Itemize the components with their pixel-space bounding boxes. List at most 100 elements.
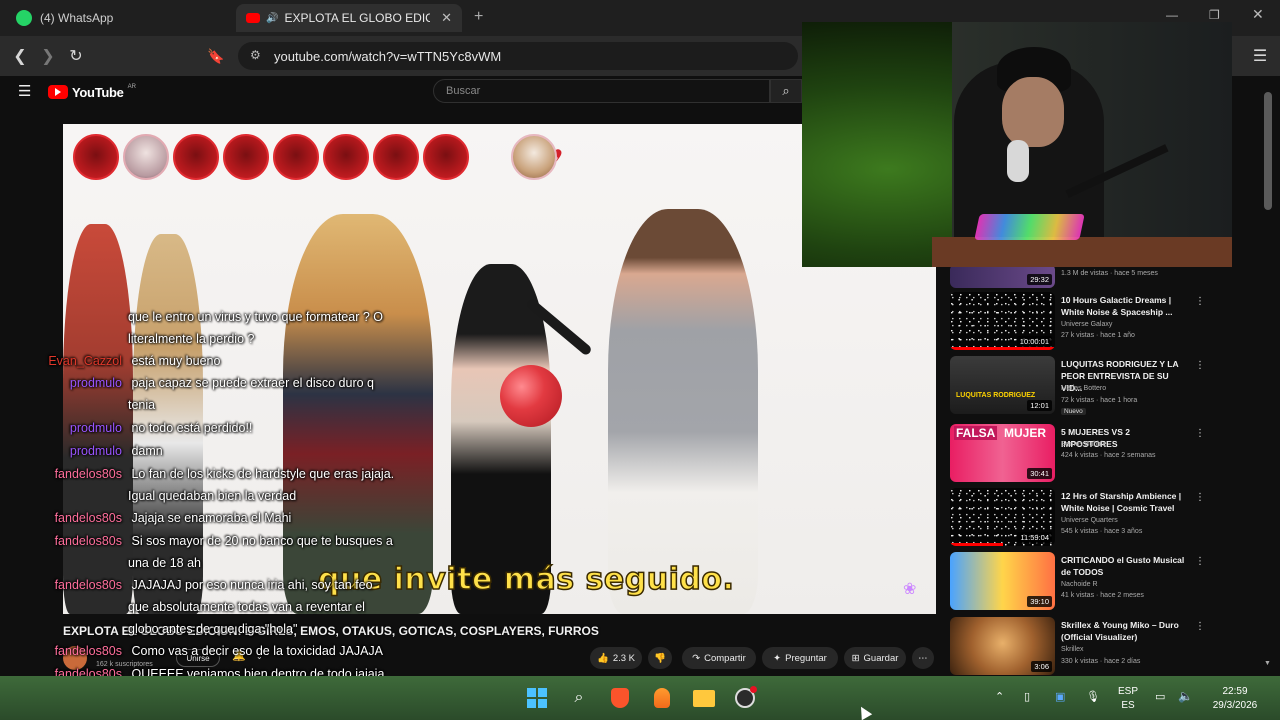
contestant-avatar bbox=[173, 134, 219, 180]
recommendation-item[interactable]: 11:59:04 12 Hrs of Starship Ambience | W… bbox=[950, 488, 1205, 546]
video-duration: 10:00:01 bbox=[1016, 336, 1052, 347]
hamburger-menu-icon[interactable]: ☰ bbox=[18, 82, 31, 100]
contestant-avatar bbox=[323, 134, 369, 180]
video-meta: 330 k vistas · hace 2 días bbox=[1061, 658, 1141, 665]
youtube-tab-icon bbox=[246, 13, 260, 23]
minimize-window-button[interactable]: — bbox=[1166, 8, 1178, 22]
video-meta: 27 k vistas · hace 1 año bbox=[1061, 332, 1135, 339]
video-thumbnail[interactable]: 3:06 bbox=[950, 617, 1055, 675]
more-options-icon[interactable]: ⋮ bbox=[1195, 296, 1205, 307]
chat-message: que le entro un virus y tuvo que formate… bbox=[128, 310, 383, 324]
thumbnail-text: FALSA bbox=[954, 426, 998, 440]
chat-message: Jajaja se enamoraba el Mahi bbox=[131, 511, 292, 525]
recommendation-item[interactable]: FALSA MUJER 30:41 5 MUJERES VS 2 IMPOSTO… bbox=[950, 424, 1205, 482]
video-duration: 30:41 bbox=[1027, 468, 1052, 479]
more-options-icon[interactable]: ⋮ bbox=[1195, 428, 1205, 439]
thumbnail-text: MUJER bbox=[1004, 426, 1047, 440]
streamer-desk bbox=[932, 237, 1232, 267]
video-subtitle: que invite más seguido. bbox=[317, 561, 735, 598]
tray-overflow-icon[interactable]: ⌃ bbox=[995, 690, 1004, 704]
chat-message: damn bbox=[131, 444, 163, 458]
video-thumbnail[interactable]: FALSA MUJER 30:41 bbox=[950, 424, 1055, 482]
video-thumbnail[interactable]: LUQUITAS RODRIGUEZ 12:01 bbox=[950, 356, 1055, 414]
chat-message: Igual quedaban bien la verdad bbox=[128, 489, 297, 503]
chat-username: fandelos80s bbox=[54, 644, 122, 658]
more-options-icon[interactable]: ⋮ bbox=[1195, 492, 1205, 503]
site-info-icon[interactable]: ⚙ bbox=[250, 48, 261, 62]
video-meta: 424 k vistas · hace 2 semanas bbox=[1061, 452, 1156, 459]
microphone-icon[interactable]: 🎙 bbox=[1086, 690, 1100, 704]
video-duration: 11:59:04 bbox=[1017, 532, 1052, 543]
windows-start-icon[interactable] bbox=[525, 686, 549, 710]
channel-name: Universe Galaxy bbox=[1061, 321, 1113, 328]
channel-name: Nachoide R bbox=[1061, 581, 1098, 588]
brave-browser-icon[interactable] bbox=[608, 686, 632, 710]
address-bar[interactable]: ⚙ youtube.com/watch?v=wTTN5Yc8vWM bbox=[238, 42, 798, 70]
reload-button[interactable]: ↻ bbox=[64, 44, 88, 68]
sidebar-scrollbar[interactable] bbox=[1264, 92, 1272, 210]
youtube-logo[interactable]: YouTube AR bbox=[48, 84, 136, 100]
search-button[interactable]: ⌕ bbox=[770, 79, 802, 103]
recommendation-item[interactable]: 29:32 1.3 M de vistas · hace 5 meses bbox=[950, 264, 1190, 288]
close-tab-icon[interactable]: ✕ bbox=[441, 10, 452, 26]
more-actions-button[interactable]: ⋯ bbox=[912, 647, 934, 669]
input-language[interactable]: ESP ES bbox=[1114, 685, 1142, 713]
dislike-button[interactable]: 👎 bbox=[648, 647, 672, 669]
menu-icon[interactable]: ☰ bbox=[1248, 44, 1272, 68]
chat-username: prodmulo bbox=[69, 421, 122, 435]
progress-bar bbox=[950, 347, 1055, 350]
contestant-avatar bbox=[123, 134, 169, 180]
video-thumbnail[interactable]: 29:32 bbox=[950, 264, 1055, 288]
contestant-avatar bbox=[423, 134, 469, 180]
clock[interactable]: 22:59 29/3/2026 bbox=[1205, 685, 1265, 713]
back-button[interactable]: ❮ bbox=[8, 44, 32, 68]
video-title: 10 Hours Galactic Dreams | White Noise &… bbox=[1061, 295, 1173, 317]
file-explorer-icon[interactable] bbox=[692, 686, 716, 710]
tab-whatsapp[interactable]: (4) WhatsApp bbox=[6, 4, 232, 32]
forward-button[interactable]: ❯ bbox=[36, 44, 60, 68]
search-icon[interactable]: ⌕ bbox=[567, 686, 591, 710]
video-meta: 1.3 M de vistas · hace 5 meses bbox=[1061, 270, 1158, 277]
like-button[interactable]: 👍 2.3 K bbox=[590, 647, 642, 669]
chat-line: fandelos80s Lo fan de los kicks de hards… bbox=[40, 463, 395, 485]
usb-icon[interactable]: ▯ bbox=[1024, 690, 1030, 704]
bookmark-icon[interactable]: 🔖 bbox=[204, 44, 228, 68]
video-duration: 3:06 bbox=[1031, 661, 1052, 672]
streamer-microphone bbox=[1007, 140, 1029, 182]
search-input[interactable]: Buscar bbox=[433, 79, 770, 103]
volume-icon[interactable]: 🔈 bbox=[1178, 689, 1193, 703]
chat-message: Si sos mayor de 20 no banco que te busqu… bbox=[131, 534, 393, 548]
chat-message: JAJAJAJ por eso nunca iria ahi, soy tan … bbox=[131, 578, 373, 592]
recommendation-item[interactable]: 39:10 CRITICANDO el Gusto Musical de TOD… bbox=[950, 552, 1205, 610]
search-placeholder: Buscar bbox=[446, 85, 481, 97]
recommendation-item[interactable]: LUQUITAS RODRIGUEZ 12:01 LUQUITAS RODRIG… bbox=[950, 356, 1205, 415]
speaker-icon[interactable]: 🔊 bbox=[266, 13, 278, 24]
video-thumbnail[interactable]: 11:59:04 bbox=[950, 488, 1055, 546]
fl-studio-icon[interactable] bbox=[650, 686, 674, 710]
network-icon[interactable]: ▭ bbox=[1155, 690, 1165, 704]
video-thumbnail[interactable]: 39:10 bbox=[950, 552, 1055, 610]
save-button[interactable]: ⊞ Guardar bbox=[844, 647, 906, 669]
share-label: Compartir bbox=[704, 652, 746, 664]
tab-youtube-video[interactable]: 🔊 EXPLOTA EL GLOBO EDICION ✕ bbox=[236, 4, 462, 32]
chat-line: globo antes de que diga "hola" bbox=[128, 618, 297, 640]
search-icon: ⌕ bbox=[782, 83, 790, 98]
app-tray-icon[interactable]: ▣ bbox=[1055, 690, 1065, 704]
more-options-icon[interactable]: ⋮ bbox=[1195, 556, 1205, 567]
share-button[interactable]: ↷ Compartir bbox=[682, 647, 756, 669]
close-window-button[interactable]: ✕ bbox=[1252, 6, 1264, 23]
recommendation-item[interactable]: 3:06 Skrillex & Young Miko – Duro (Offic… bbox=[950, 617, 1205, 675]
scroll-down-arrow-icon[interactable]: ▼ bbox=[1264, 660, 1271, 667]
chat-message: globo antes de que diga "hola" bbox=[128, 622, 298, 636]
restore-window-button[interactable]: ❐ bbox=[1209, 8, 1220, 22]
recommendation-item[interactable]: 10:00:01 10 Hours Galactic Dreams | Whit… bbox=[950, 292, 1205, 350]
new-tab-button[interactable]: + bbox=[474, 8, 483, 26]
recording-dot bbox=[750, 686, 757, 693]
chat-line: una de 18 ah bbox=[128, 552, 201, 574]
contestant-avatar bbox=[511, 134, 557, 180]
video-thumbnail[interactable]: 10:00:01 bbox=[950, 292, 1055, 350]
ask-button[interactable]: ✦ Preguntar bbox=[762, 647, 838, 669]
more-options-icon[interactable]: ⋮ bbox=[1195, 360, 1205, 371]
more-options-icon[interactable]: ⋮ bbox=[1195, 621, 1205, 632]
host-figure bbox=[608, 209, 758, 614]
